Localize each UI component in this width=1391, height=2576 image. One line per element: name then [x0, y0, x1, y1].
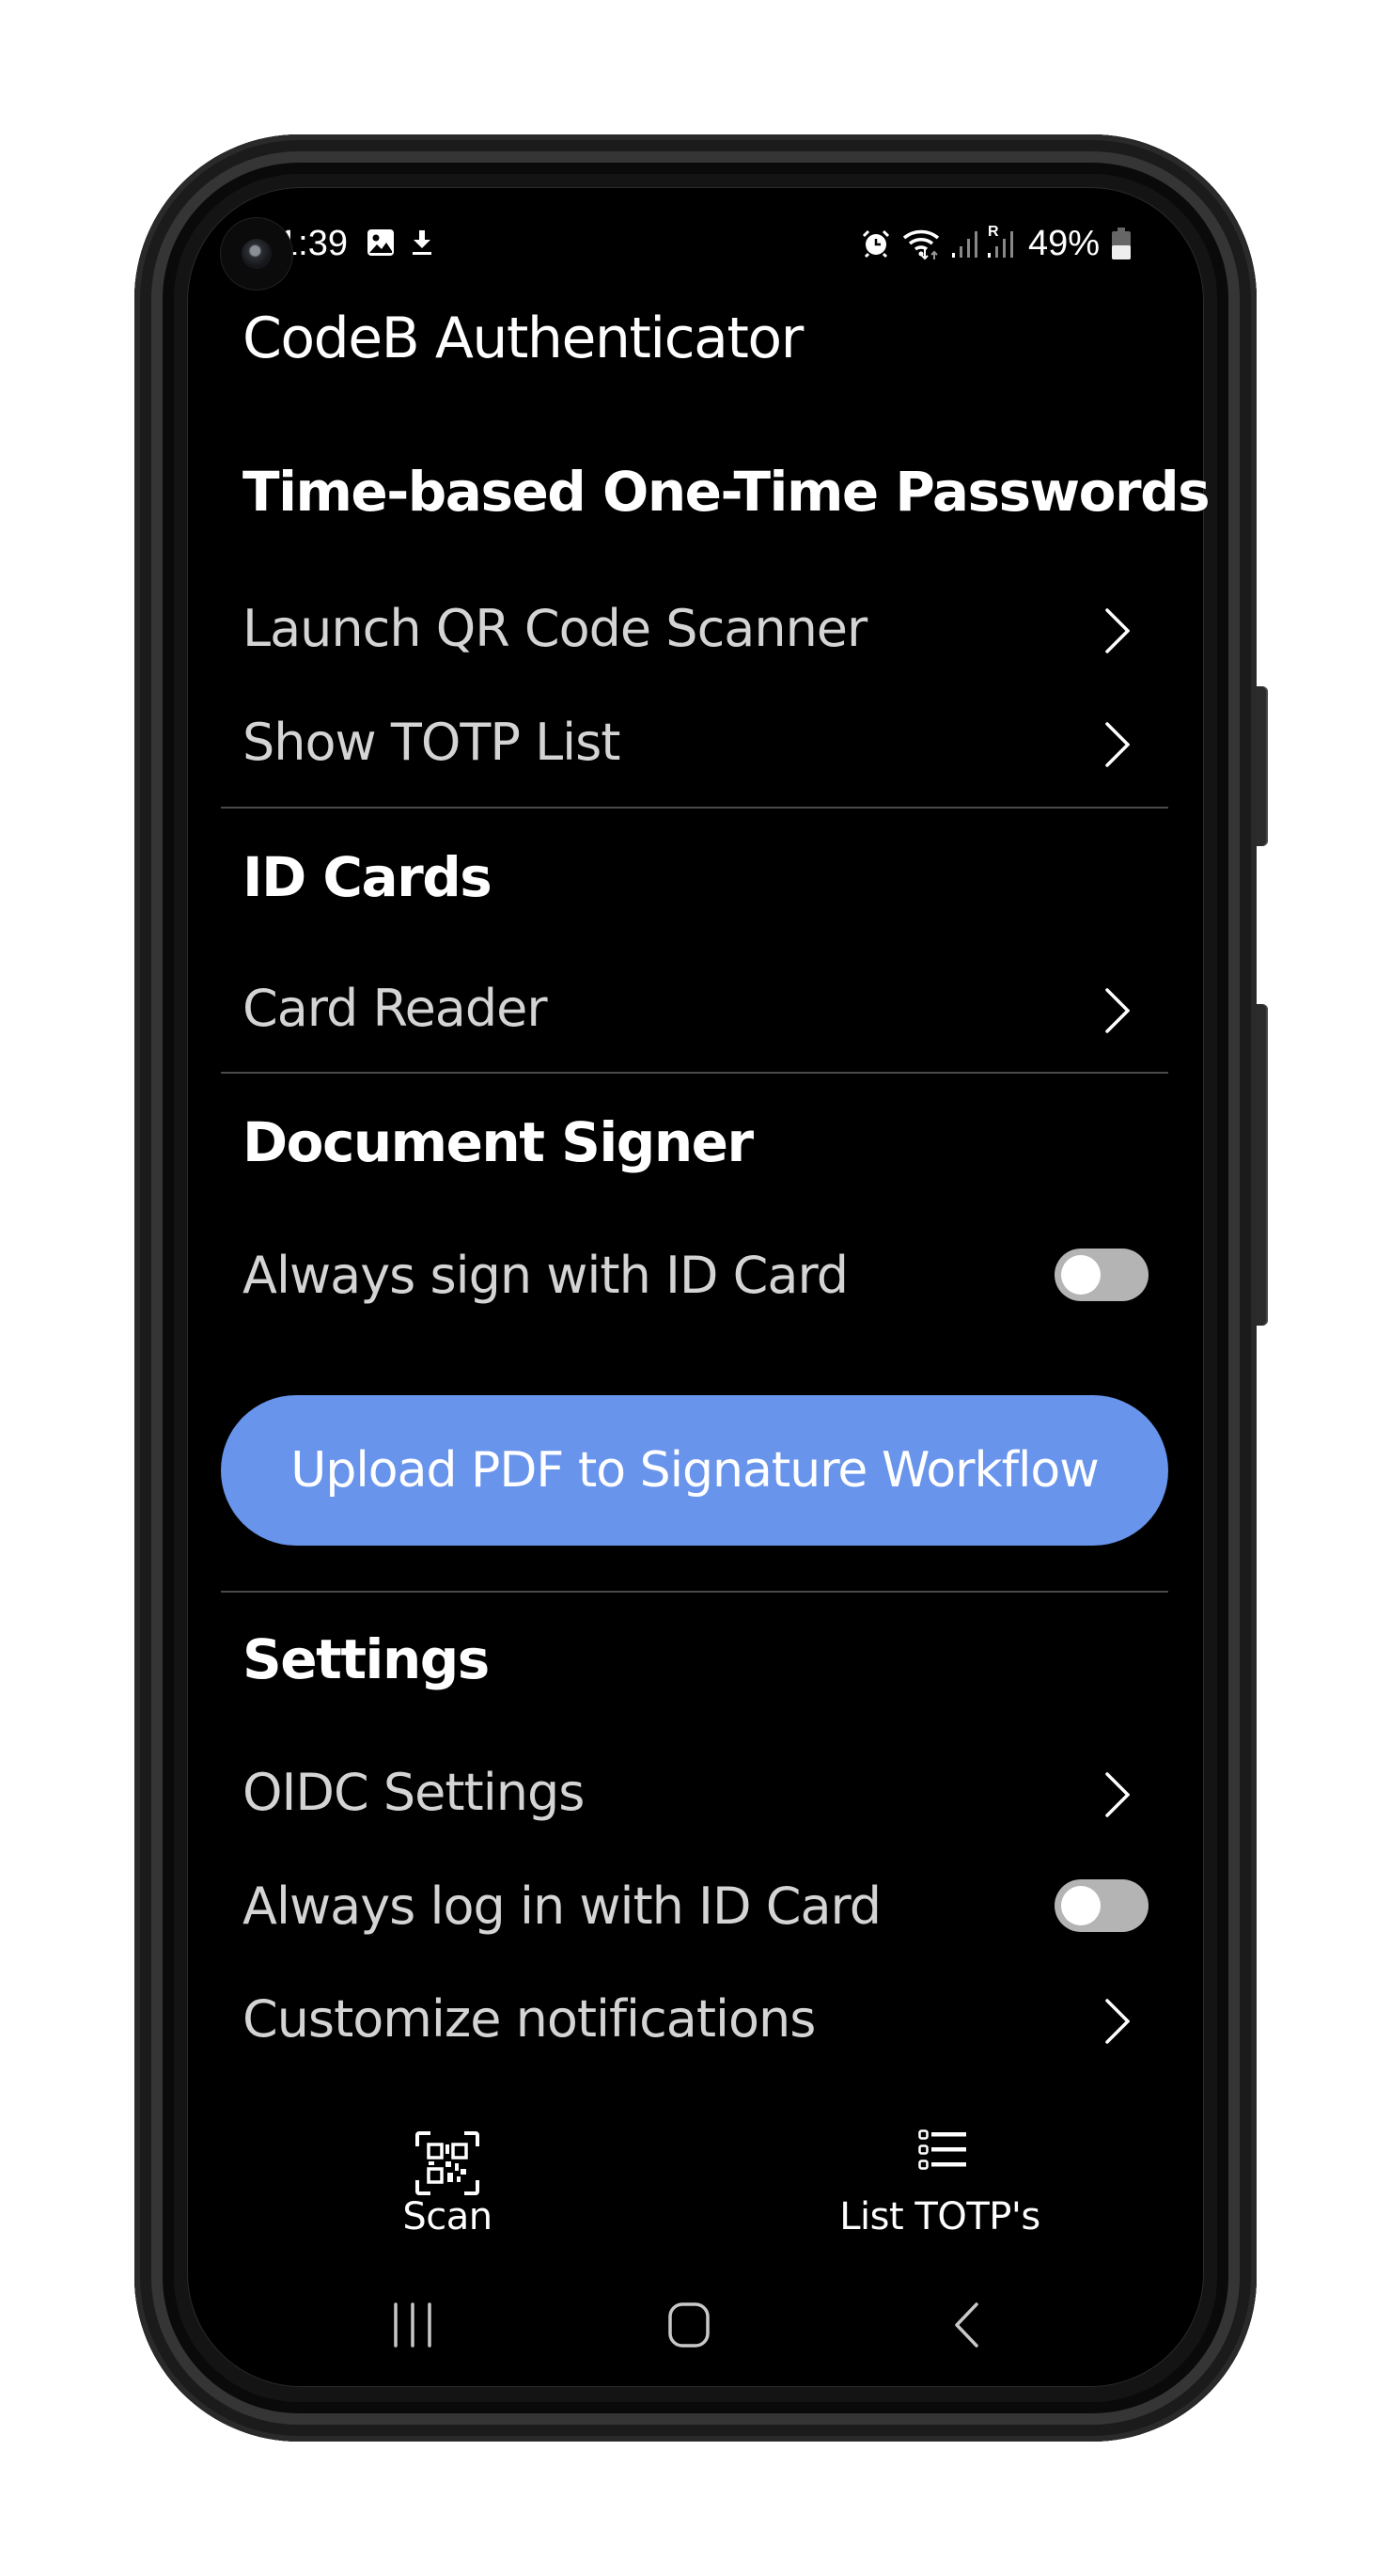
- list-item-customize-notifications[interactable]: Customize notifications: [221, 1973, 1170, 2067]
- bottom-nav-label: List TOTP's: [839, 2195, 1040, 2238]
- list-item-show-totp-list[interactable]: Show TOTP List: [221, 697, 1170, 791]
- toggle-label: Always log in with ID Card: [242, 1877, 882, 1936]
- chevron-right-icon: [1105, 1999, 1130, 2044]
- list-item-card-reader[interactable]: Card Reader: [221, 963, 1170, 1057]
- section-header-settings: Settings: [242, 1627, 490, 1691]
- battery-percent: 49%: [1028, 224, 1101, 263]
- list-item-label: Customize notifications: [242, 1989, 816, 2049]
- list-item-label: Card Reader: [242, 979, 548, 1038]
- front-camera: [221, 218, 292, 290]
- app-title: CodeB Authenticator: [242, 306, 804, 371]
- back-icon[interactable]: [952, 2301, 980, 2348]
- download-icon: [413, 230, 431, 255]
- section-divider: [221, 1591, 1168, 1593]
- wifi-icon: [902, 229, 940, 260]
- always-log-in-with-id-card-toggle[interactable]: [1055, 1879, 1149, 1932]
- bottom-nav-label: Scan: [402, 2195, 492, 2238]
- list-item-label: Launch QR Code Scanner: [242, 599, 867, 658]
- power-button: [1257, 1004, 1268, 1326]
- section-header-document-signer: Document Signer: [242, 1110, 754, 1174]
- list-item-label: OIDC Settings: [242, 1763, 585, 1822]
- always-sign-with-id-card-toggle[interactable]: [1055, 1249, 1149, 1301]
- bottom-nav-list-totps[interactable]: List TOTP's: [827, 2115, 1053, 2238]
- toggle-row-always-sign: Always sign with ID Card: [221, 1230, 1170, 1324]
- alarm-icon: [862, 229, 890, 259]
- image-notification-icon: [367, 229, 394, 256]
- chevron-right-icon: [1105, 608, 1130, 653]
- toggle-knob: [1061, 1886, 1101, 1925]
- section-divider: [221, 807, 1168, 809]
- chevron-right-icon: [1105, 1772, 1130, 1817]
- cell-signal-icon: [952, 231, 977, 258]
- home-icon[interactable]: [667, 2301, 711, 2348]
- upload-pdf-button[interactable]: Upload PDF to Signature Workflow: [221, 1395, 1168, 1546]
- roaming-signal-icon: [988, 231, 1013, 258]
- list-icon: [918, 2129, 966, 2170]
- section-header-id-cards: ID Cards: [242, 845, 492, 909]
- toggle-row-always-log-in: Always log in with ID Card: [221, 1861, 1170, 1955]
- recent-apps-icon[interactable]: [390, 2301, 435, 2348]
- qr-scan-icon: [415, 2131, 479, 2195]
- list-item-oidc-settings[interactable]: OIDC Settings: [221, 1747, 1170, 1841]
- battery-icon: [1112, 228, 1131, 259]
- toggle-knob: [1061, 1255, 1101, 1295]
- chevron-right-icon: [1105, 988, 1130, 1033]
- section-header-totp: Time-based One-Time Passwords: [242, 460, 1211, 524]
- bottom-nav-scan[interactable]: Scan: [353, 2115, 541, 2238]
- list-item-label: Show TOTP List: [242, 713, 620, 772]
- toggle-label: Always sign with ID Card: [242, 1246, 849, 1305]
- chevron-right-icon: [1105, 722, 1130, 767]
- section-divider: [221, 1072, 1168, 1074]
- volume-button: [1257, 686, 1268, 846]
- list-item-launch-qr-scanner[interactable]: Launch QR Code Scanner: [221, 583, 1170, 677]
